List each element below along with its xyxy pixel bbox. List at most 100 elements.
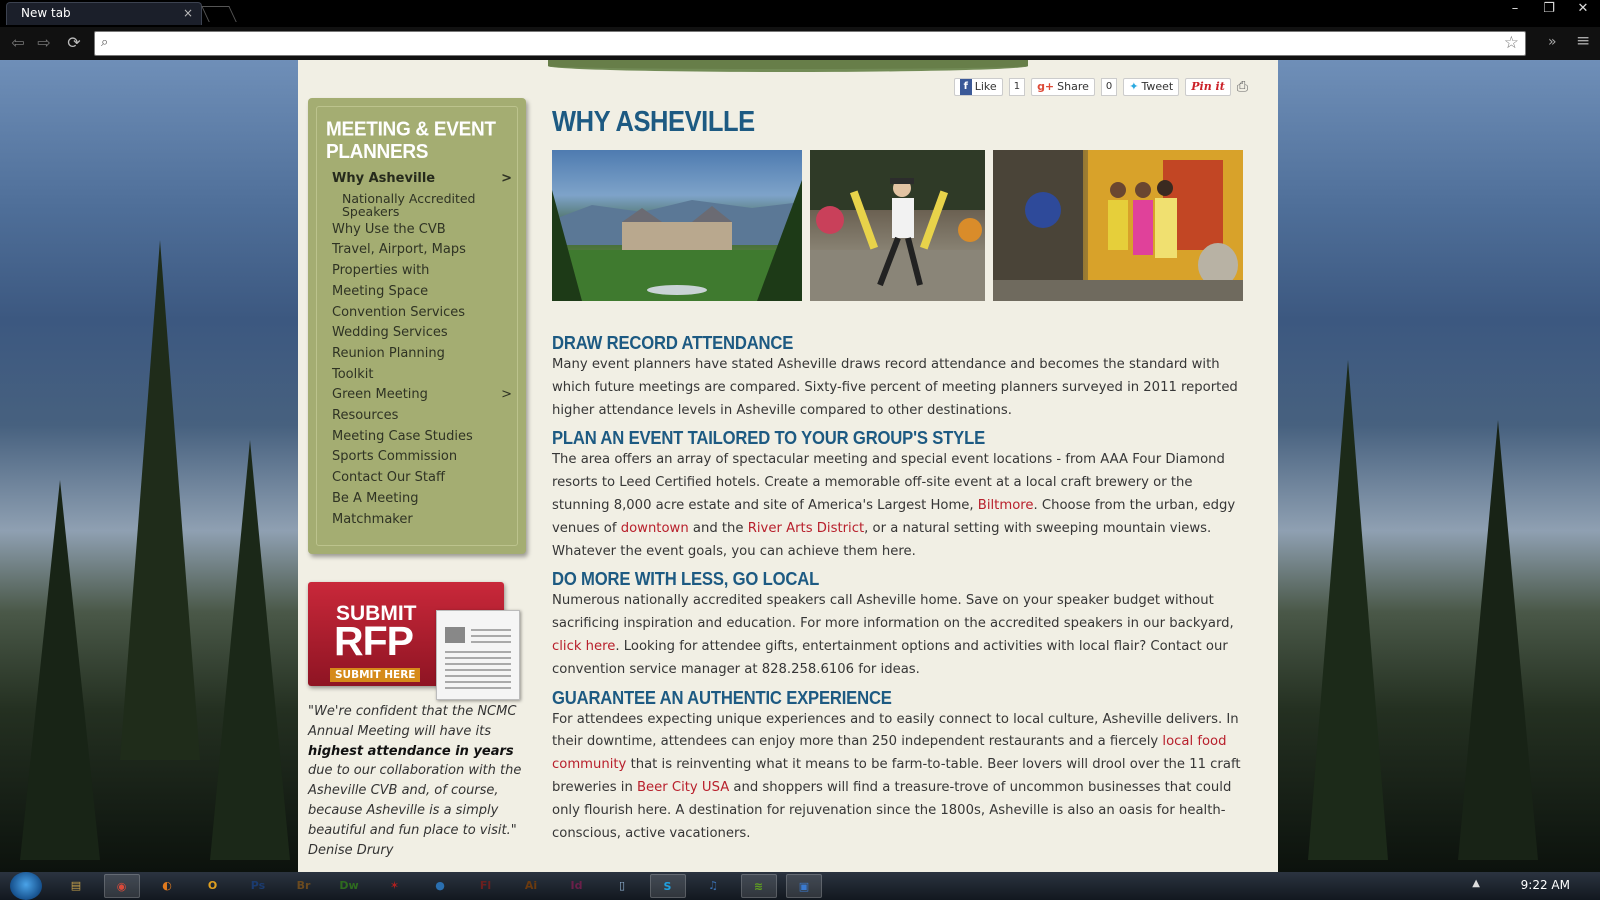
notes-icon[interactable]: ▯ <box>604 874 640 898</box>
print-icon[interactable]: ⎙ <box>1237 79 1248 95</box>
tab-close-icon[interactable]: × <box>183 3 193 24</box>
sidebar-item-label: Wedding Services <box>332 325 448 341</box>
sidebar-item[interactable]: Green Meeting > <box>332 385 512 406</box>
share-label: Share <box>1057 80 1089 93</box>
forward-icon[interactable]: ⇨ <box>34 33 54 52</box>
pinterest-button[interactable]: Pin it <box>1185 78 1231 96</box>
taskbar-clock[interactable]: 9:22 AM <box>1521 878 1570 892</box>
acrobat-icon[interactable]: ✶ <box>377 874 413 898</box>
backdrop-right-trees <box>1278 60 1600 872</box>
new-tab-button[interactable] <box>201 6 237 22</box>
sidebar-item[interactable]: Convention Services <box>332 303 512 324</box>
rfp-submit-here-button[interactable]: SUBMIT HERE <box>330 668 421 682</box>
tweet-label: Tweet <box>1141 80 1174 93</box>
tweet-button[interactable]: ✦ Tweet <box>1123 78 1180 96</box>
inline-link[interactable]: Biltmore <box>978 498 1034 513</box>
google-plus-icon: g+ <box>1037 80 1055 93</box>
tab-title: New tab <box>21 6 71 20</box>
share-bar: f Like 1 g+ Share 0 ✦ Tweet Pin it ⎙ <box>953 78 1248 96</box>
chrome-icon[interactable]: ◉ <box>103 874 140 898</box>
itunes-icon[interactable]: ♫ <box>695 874 731 898</box>
sidebar-item-label: Travel, Airport, Maps <box>332 242 466 258</box>
like-count: 1 <box>1008 78 1026 96</box>
shopping-women-photo <box>993 150 1243 301</box>
sidebar-item[interactable]: Meeting Space <box>332 282 512 303</box>
submit-rfp-banner[interactable]: SUBMIT RFP SUBMIT HERE <box>308 582 528 702</box>
sidebar-item[interactable]: Travel, Airport, Maps <box>332 240 512 261</box>
bookmark-star-icon[interactable]: ☆ <box>1504 33 1519 53</box>
bridge-icon[interactable]: Br <box>286 874 322 898</box>
sidebar-item-label: Nationally Accredited Speakers <box>342 190 476 219</box>
sidebar-item[interactable]: Wedding Services <box>332 323 512 344</box>
browser-chrome: New tab × – ❐ ✕ ⇦ ⇨ ⟳ ⌕ ☆ » ≡ <box>0 0 1600 60</box>
planner-sidebar: MEETING & EVENT PLANNERS Why Asheville > N… <box>308 98 526 554</box>
indesign-icon[interactable]: Id <box>559 874 595 898</box>
sidebar-item-label: Meeting Case Studies <box>332 428 473 444</box>
maximize-icon[interactable]: ❐ <box>1534 0 1564 18</box>
chevron-right-icon[interactable]: > <box>501 385 512 406</box>
inline-link[interactable]: River Arts District <box>748 521 864 536</box>
firefox-icon[interactable]: ◐ <box>149 874 185 898</box>
sidebar-item[interactable]: Resources <box>332 406 512 427</box>
minimize-icon[interactable]: – <box>1500 0 1530 18</box>
dreamweaver-icon[interactable]: Dw <box>331 874 367 898</box>
close-window-icon[interactable]: ✕ <box>1568 0 1598 18</box>
illustrator-icon[interactable]: Ai <box>513 874 549 898</box>
inline-link[interactable]: click here <box>552 639 615 654</box>
sidebar-item[interactable]: Nationally Accredited Speakers <box>332 190 512 220</box>
skype-icon[interactable]: S <box>649 874 686 898</box>
sidebar-item[interactable]: Why Use the CVB <box>332 220 512 241</box>
menu-icon[interactable]: ≡ <box>1576 31 1590 51</box>
flash-icon[interactable]: Fl <box>468 874 504 898</box>
sidebar-item-label: Why Use the CVB <box>332 221 446 237</box>
tab-new-tab[interactable]: New tab × <box>6 2 202 25</box>
chevron-right-icon[interactable]: > <box>501 169 512 190</box>
app-round-icon[interactable]: ● <box>422 874 458 898</box>
sidebar-item[interactable]: Matchmaker <box>332 510 512 531</box>
quote-text-2: due to our collaboration with the Ashevi… <box>308 763 522 838</box>
facebook-like-button[interactable]: f Like <box>953 78 1003 96</box>
sidebar-item-label: Why Asheville <box>332 171 436 186</box>
photoshop-icon[interactable]: Ps <box>240 874 276 898</box>
windows-start-icon[interactable] <box>10 872 42 900</box>
window-app-icon[interactable]: ▣ <box>786 874 822 898</box>
overflow-chevron-icon[interactable]: » <box>1548 34 1557 50</box>
tray-expand-icon[interactable]: ▲ <box>1472 878 1480 889</box>
header-swoosh <box>548 60 1028 72</box>
pin-label: Pin it <box>1191 80 1225 93</box>
section-heading: GUARANTEE AN AUTHENTIC EXPERIENCE <box>552 686 892 708</box>
paragraph-text: . Looking for attendee gifts, entertainm… <box>552 638 1228 677</box>
browser-toolbar: ⇦ ⇨ ⟳ ⌕ ☆ » ≡ <box>0 27 1600 60</box>
sidebar-item[interactable]: Why Asheville > <box>332 169 512 190</box>
outlook-icon[interactable]: O <box>195 874 231 898</box>
sidebar-item[interactable]: Be A Meeting <box>332 489 512 510</box>
sidebar-item-label: Matchmaker <box>332 511 413 527</box>
inline-link[interactable]: Beer City USA <box>637 780 729 795</box>
paragraph-text: Numerous nationally accredited speakers … <box>552 593 1234 632</box>
sidebar-item[interactable]: Properties with <box>332 261 512 282</box>
search-icon: ⌕ <box>101 35 109 50</box>
address-input[interactable] <box>119 35 1489 53</box>
back-icon[interactable]: ⇦ <box>8 33 28 52</box>
section-heading: DRAW RECORD ATTENDANCE <box>552 332 794 353</box>
street-juggler-photo <box>810 150 985 301</box>
section-paragraph: The area offers an array of spectacular … <box>552 449 1246 563</box>
sidebar-item[interactable]: Reunion Planning <box>332 344 512 365</box>
quote-text-1: "We're confident that the NCMC Annual Me… <box>308 704 517 739</box>
sidebar-item[interactable]: Toolkit <box>332 365 512 386</box>
google-share-button[interactable]: g+ Share <box>1031 78 1095 96</box>
omnibox[interactable]: ⌕ ☆ <box>94 31 1526 56</box>
reload-icon[interactable]: ⟳ <box>64 33 84 52</box>
sidebar-item-label: Properties with <box>332 263 430 279</box>
sidebar-item-label: Resources <box>332 408 399 424</box>
spotify-icon[interactable]: ≋ <box>740 874 777 898</box>
rfp-big-text: RFP <box>334 618 414 664</box>
sidebar-item[interactable]: Contact Our Staff <box>332 468 512 489</box>
sidebar-item[interactable]: Meeting Case Studies <box>332 427 512 448</box>
biltmore-estate-photo <box>552 150 802 301</box>
explorer-icon[interactable]: ▤ <box>58 874 94 898</box>
sidebar-item[interactable]: Sports Commission <box>332 447 512 468</box>
twitter-bird-icon: ✦ <box>1129 80 1139 93</box>
inline-link[interactable]: downtown <box>621 521 689 536</box>
paragraph-text: and the <box>688 520 748 536</box>
